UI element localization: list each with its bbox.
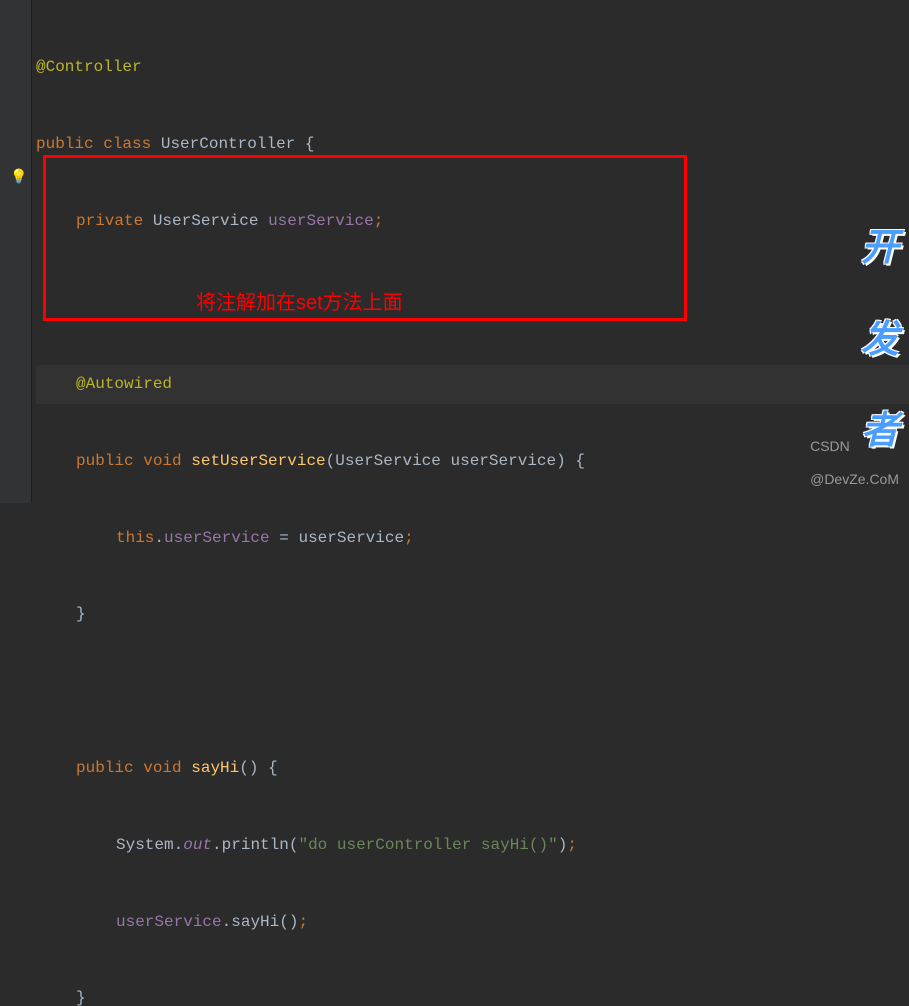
out-field: out [183, 836, 212, 854]
param-ref: userService [298, 529, 404, 547]
paren-close: ) [558, 836, 568, 854]
brace-open: { [268, 759, 278, 777]
param-name: userService [451, 452, 557, 470]
keyword-private: private [76, 212, 143, 230]
field-ref: userService [116, 913, 222, 931]
lightbulb-icon[interactable]: 💡 [10, 162, 27, 196]
dot: . [154, 529, 164, 547]
watermark-sub-text: CSDN @DevZe.CoM [810, 430, 899, 497]
annotation-controller: @Controller [36, 58, 142, 76]
keyword-public: public [76, 759, 134, 777]
field-userservice: userService [268, 212, 374, 230]
keyword-public: public [36, 135, 94, 153]
paren-open: () [239, 759, 258, 777]
field-ref: userService [164, 529, 270, 547]
brace-open: { [305, 135, 315, 153]
system-class: System [116, 836, 174, 854]
brace-open: { [575, 452, 585, 470]
keyword-void: void [143, 759, 181, 777]
keyword-class: class [103, 135, 151, 153]
editor-gutter: 💡 [0, 0, 32, 503]
paren: () [279, 913, 298, 931]
semicolon: ; [374, 212, 384, 230]
string-literal: "do userController sayHi()" [298, 836, 557, 854]
type-userservice: UserService [153, 212, 259, 230]
sayhi-call: sayHi [231, 913, 279, 931]
keyword-this: this [116, 529, 154, 547]
dot: . [174, 836, 184, 854]
keyword-void: void [143, 452, 181, 470]
dot: . [222, 913, 232, 931]
brace-close: } [76, 605, 86, 623]
semicolon: ; [404, 529, 414, 547]
method-setuserservice: setUserService [191, 452, 325, 470]
param-type: UserService [335, 452, 441, 470]
paren-close: ) [556, 452, 566, 470]
semicolon: ; [298, 913, 308, 931]
dot: . [212, 836, 222, 854]
class-name: UserController [161, 135, 295, 153]
code-editor[interactable]: @Controller public class UserController … [0, 10, 909, 1006]
println-method: println [222, 836, 289, 854]
method-sayhi: sayHi [191, 759, 239, 777]
brace-close: } [76, 989, 86, 1006]
equals: = [279, 529, 289, 547]
paren-open: ( [289, 836, 299, 854]
red-annotation-text: 将注解加在set方法上面 [36, 279, 909, 327]
semicolon: ; [567, 836, 577, 854]
keyword-public: public [76, 452, 134, 470]
paren-open: ( [326, 452, 336, 470]
annotation-autowired: @Autowired [76, 375, 172, 393]
